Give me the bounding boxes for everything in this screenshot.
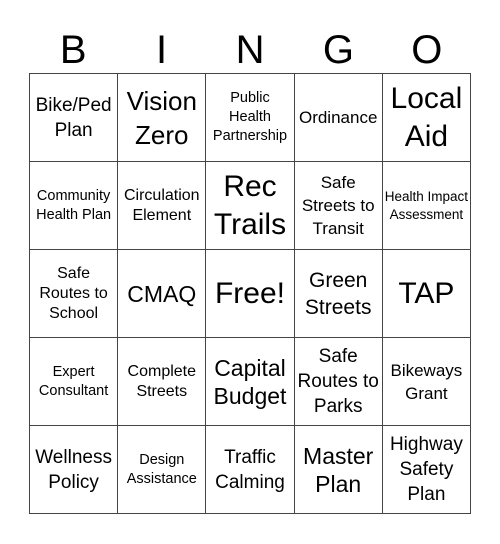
bingo-cell[interactable]: Bike/Ped Plan [30,74,119,162]
bingo-cell[interactable]: Complete Streets [118,338,207,426]
bingo-cell[interactable]: Rec Trails [206,162,295,250]
bingo-cell[interactable]: Safe Routes to School [30,250,119,338]
free-space-cell[interactable]: Free! [206,250,295,338]
bingo-cell[interactable]: TAP [382,250,471,338]
bingo-cell[interactable]: Bikeways Grant [382,338,471,426]
bingo-cell[interactable]: CMAQ [118,250,207,338]
header-letter-o: O [411,28,443,72]
bingo-cell[interactable]: Master Plan [294,426,383,514]
bingo-cell[interactable]: Design Assistance [118,426,207,514]
bingo-card-grid: Bike/Ped Plan Vision Zero Public Health … [29,73,471,514]
bingo-cell[interactable]: Vision Zero [118,74,207,162]
bingo-cell[interactable]: Capital Budget [206,338,295,426]
bingo-cell[interactable]: Circulation Element [118,162,207,250]
bingo-cell[interactable]: Health Impact Assessment [382,162,471,250]
header-letter-g: G [322,28,354,72]
bingo-cell[interactable]: Highway Safety Plan [382,426,471,514]
bingo-cell[interactable]: Green Streets [294,250,383,338]
bingo-cell[interactable]: Safe Streets to Transit [294,162,383,250]
bingo-cell[interactable]: Ordinance [294,74,383,162]
header-letter-n: N [235,28,265,72]
bingo-cell[interactable]: Wellness Policy [30,426,119,514]
header-letter-i: I [156,28,168,72]
header-letter-b: B [59,28,87,72]
bingo-header: B I N G O [29,28,471,72]
bingo-cell[interactable]: Safe Routes to Parks [294,338,383,426]
bingo-cell[interactable]: Community Health Plan [30,162,119,250]
bingo-cell[interactable]: Expert Consultant [30,338,119,426]
bingo-cell[interactable]: Traffic Calming [206,426,295,514]
bingo-cell[interactable]: Local Aid [382,74,471,162]
bingo-cell[interactable]: Public Health Partnership [206,74,295,162]
